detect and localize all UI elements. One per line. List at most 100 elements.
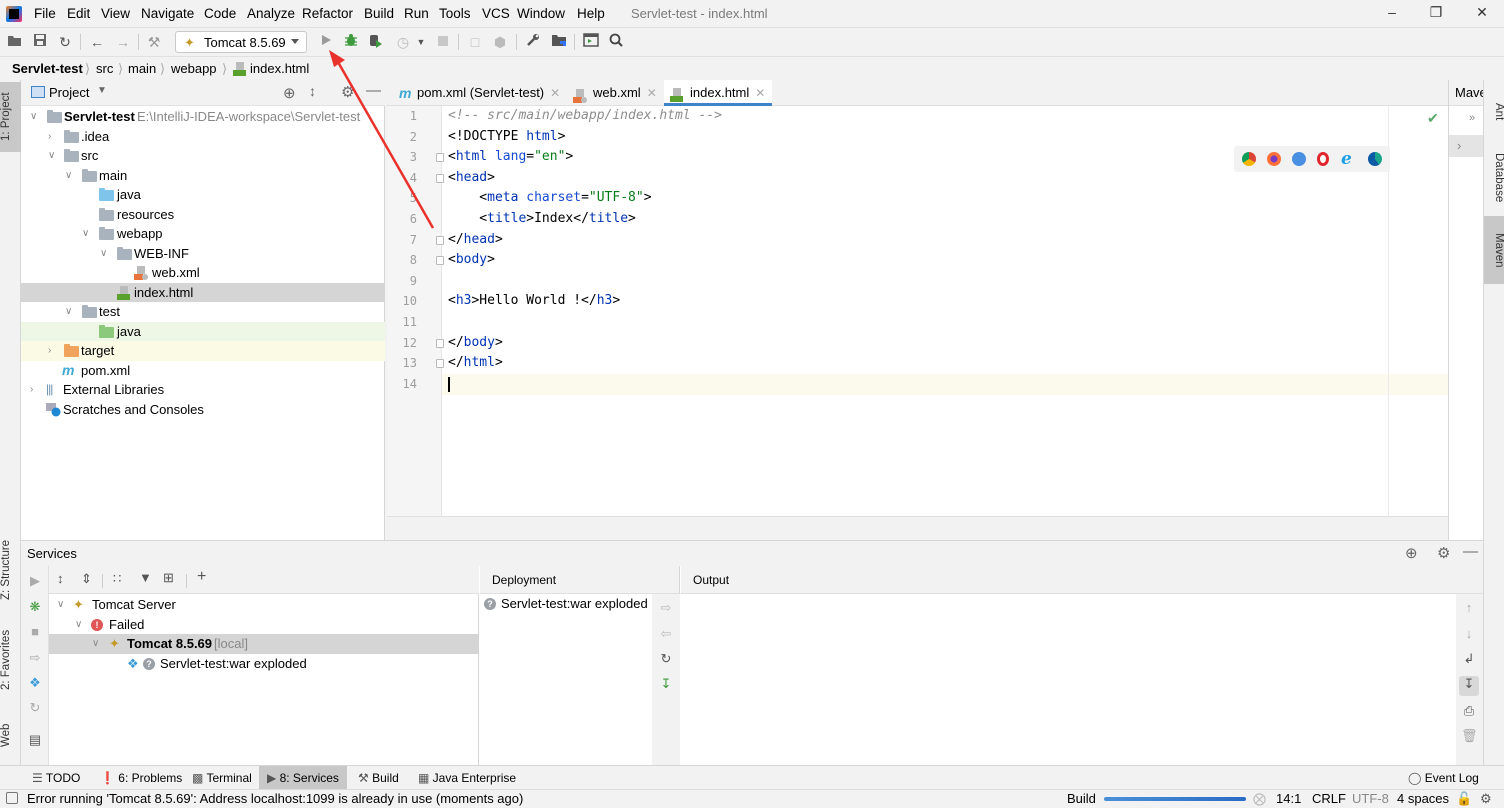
- tab-java-enterprise[interactable]: ▦ Java Enterprise: [410, 766, 524, 790]
- collapse-all-icon[interactable]: ⇕: [81, 571, 92, 587]
- debug-icon[interactable]: [342, 33, 360, 51]
- fold-marker-icon[interactable]: [436, 235, 444, 245]
- tree-item-web-inf[interactable]: ∨ WEB-INF: [21, 244, 385, 264]
- breadcrumb-webapp[interactable]: webapp: [171, 61, 217, 76]
- chevron-down-icon[interactable]: ∨: [57, 595, 67, 615]
- run-icon[interactable]: [317, 33, 335, 51]
- opera-icon[interactable]: [1317, 152, 1329, 166]
- chrome-icon[interactable]: [1242, 152, 1256, 166]
- tab-project[interactable]: 1: Project: [0, 82, 21, 152]
- menu-refactor[interactable]: Refactor: [302, 6, 353, 21]
- chevron-down-icon[interactable]: ∨: [82, 224, 92, 244]
- output-console[interactable]: [681, 594, 1456, 766]
- close-tab-icon[interactable]: ✕: [647, 86, 657, 100]
- chevron-down-icon[interactable]: ∨: [75, 615, 85, 635]
- debug-icon[interactable]: ❋: [27, 599, 43, 615]
- menu-tools[interactable]: Tools: [439, 6, 471, 21]
- update-deploy-icon[interactable]: ⬢: [491, 33, 509, 51]
- tab-favorites[interactable]: 2: Favorites: [0, 620, 21, 700]
- tab-database[interactable]: Database: [1484, 140, 1504, 215]
- tree-item-src[interactable]: ∨ src: [21, 146, 385, 166]
- restart-icon[interactable]: ↻: [27, 700, 43, 716]
- fold-marker-icon[interactable]: [436, 338, 444, 348]
- tree-item-target[interactable]: › target: [21, 341, 385, 361]
- attach-debugger-icon[interactable]: □: [466, 33, 484, 51]
- tree-item-test[interactable]: ∨ test: [21, 302, 385, 322]
- tree-item-idea[interactable]: › .idea: [21, 127, 385, 147]
- menu-analyze[interactable]: Analyze: [247, 6, 295, 21]
- project-view-selector[interactable]: Project: [49, 85, 89, 100]
- run-icon[interactable]: ▶: [27, 573, 43, 589]
- service-tomcat-server[interactable]: ∨ ✦ Tomcat Server: [49, 595, 479, 615]
- profile-icon[interactable]: ◷: [394, 33, 412, 51]
- trash-icon[interactable]: 🗑: [1461, 728, 1478, 744]
- locate-icon[interactable]: ⊕: [283, 84, 296, 102]
- tree-item-scratches[interactable]: Scratches and Consoles: [21, 400, 385, 420]
- firefox-icon[interactable]: [1267, 152, 1281, 166]
- new-tab-icon[interactable]: ⊞: [163, 570, 174, 586]
- edge-icon[interactable]: [1368, 152, 1382, 166]
- refresh-icon[interactable]: ↻: [658, 651, 674, 667]
- breadcrumb-file[interactable]: index.html: [250, 61, 309, 76]
- cancel-build-icon[interactable]: ⨂: [1253, 791, 1266, 807]
- services-group-icon[interactable]: ❖: [27, 675, 43, 691]
- inspector-icon[interactable]: ⚙: [1480, 791, 1492, 807]
- fold-marker-icon[interactable]: [436, 256, 444, 266]
- tree-item-servlet-test[interactable]: ∨ Servlet-test E:\IntelliJ-IDEA-workspac…: [21, 107, 385, 127]
- project-structure-icon[interactable]: [550, 33, 568, 51]
- tab-terminal[interactable]: ▩ Terminal: [184, 766, 260, 790]
- tree-item-external-libraries[interactable]: › ||| External Libraries: [21, 380, 385, 400]
- tab-services[interactable]: ▶ 8: Services: [259, 766, 347, 790]
- deploy-icon[interactable]: ⇨: [27, 650, 43, 666]
- deployment-item[interactable]: Servlet-test:war exploded: [501, 596, 648, 611]
- editor-horizontal-scrollbar[interactable]: [387, 516, 1448, 540]
- chevron-down-icon[interactable]: ∨: [30, 107, 40, 127]
- tab-web[interactable]: Web: [0, 710, 21, 760]
- print-icon[interactable]: ⎙: [1461, 703, 1477, 719]
- breadcrumb-src[interactable]: src: [96, 61, 113, 76]
- maven-project-row[interactable]: ›: [1449, 135, 1484, 157]
- deploy-icon[interactable]: ⇨: [658, 600, 674, 616]
- forward-icon[interactable]: →: [114, 33, 132, 51]
- more-icon[interactable]: »: [1469, 112, 1475, 124]
- status-message[interactable]: Error running 'Tomcat 8.5.69': Address l…: [27, 791, 523, 806]
- gear-icon[interactable]: ⚙: [341, 83, 354, 101]
- profile-dropdown-icon[interactable]: ▼: [412, 33, 430, 51]
- coverage-icon[interactable]: [367, 33, 385, 51]
- menu-code[interactable]: Code: [204, 6, 236, 21]
- close-tab-icon[interactable]: ✕: [755, 86, 765, 100]
- chevron-down-icon[interactable]: ▼: [97, 85, 107, 96]
- run-configuration-dropdown[interactable]: ✦ Tomcat 8.5.69: [175, 31, 307, 53]
- layout-icon[interactable]: ▤: [27, 732, 43, 748]
- stop-icon[interactable]: ■: [27, 624, 43, 640]
- lock-icon[interactable]: 🔓: [1456, 791, 1472, 807]
- chevron-down-icon[interactable]: ∨: [65, 166, 75, 186]
- scroll-to-end-icon[interactable]: ↧: [1459, 676, 1479, 696]
- indent-setting[interactable]: 4 spaces: [1397, 791, 1449, 806]
- down-arrow-icon[interactable]: ↓: [1461, 626, 1477, 642]
- chevron-down-icon[interactable]: ∨: [65, 302, 75, 322]
- restore-icon[interactable]: ❐: [1426, 4, 1446, 24]
- caret-position[interactable]: 14:1: [1276, 791, 1301, 806]
- undeploy-icon[interactable]: ⇦: [658, 626, 674, 642]
- menu-view[interactable]: View: [101, 6, 130, 21]
- service-failed-group[interactable]: ∨ ! Failed: [49, 615, 479, 635]
- menu-navigate[interactable]: Navigate: [141, 6, 194, 21]
- build-hammer-icon[interactable]: ⚒: [145, 33, 163, 51]
- tree-item-resources[interactable]: resources: [21, 205, 385, 225]
- tab-build[interactable]: ⚒ Build: [350, 766, 407, 790]
- menu-build[interactable]: Build: [364, 6, 394, 21]
- sync-icon[interactable]: ↻: [56, 33, 74, 51]
- chevron-down-icon[interactable]: ∨: [100, 244, 110, 264]
- stop-icon[interactable]: [434, 33, 452, 51]
- soft-wrap-icon[interactable]: ↲: [1461, 651, 1477, 667]
- event-log-button[interactable]: ◯ Event Log: [1400, 766, 1487, 790]
- tab-index-html[interactable]: index.html ✕: [664, 80, 772, 106]
- menu-vcs[interactable]: VCS: [482, 6, 510, 21]
- menu-run[interactable]: Run: [404, 6, 429, 21]
- tree-item-index-html[interactable]: index.html: [21, 282, 385, 302]
- back-icon[interactable]: ←: [88, 33, 106, 51]
- locate-icon[interactable]: ⊕: [1405, 544, 1418, 562]
- group-by-icon[interactable]: ∷: [113, 571, 121, 587]
- toggle-tool-windows-icon[interactable]: [6, 792, 18, 804]
